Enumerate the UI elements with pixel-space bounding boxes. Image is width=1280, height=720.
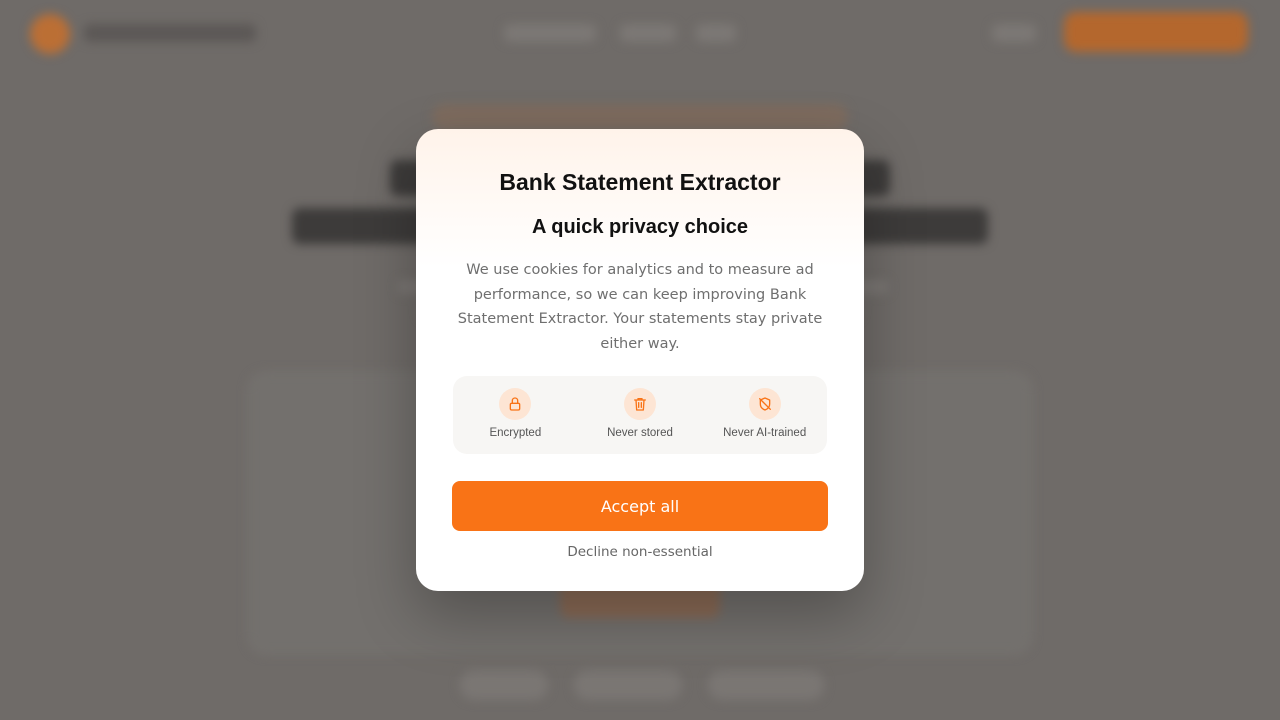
feature-encrypted: Encrypted [453, 376, 578, 454]
decline-non-essential-button[interactable]: Decline non-essential [516, 541, 764, 563]
cookie-consent-modal: Bank Statement Extractor A quick privacy… [416, 129, 864, 591]
modal-description: We use cookies for analytics and to meas… [457, 262, 823, 352]
nav-item-blurred [696, 24, 736, 42]
feature-label: Never stored [607, 427, 673, 439]
feature-never-stored: Never stored [578, 376, 703, 454]
accept-all-button[interactable]: Accept all [452, 481, 828, 531]
hero-badge-blurred [432, 104, 848, 130]
feature-label: Encrypted [489, 427, 542, 439]
trust-chip-blurred [708, 670, 824, 700]
login-link-blurred [992, 24, 1036, 42]
feature-label: Never AI-trained [723, 427, 807, 439]
shield-off-icon [748, 388, 781, 420]
privacy-features: Encrypted Never stored Never AI-trained [453, 376, 827, 454]
nav-item-blurred [504, 24, 596, 42]
cta-button-blurred [1064, 12, 1248, 52]
modal-subtitle: A quick privacy choice [531, 216, 748, 238]
trust-chip-blurred [460, 670, 548, 700]
trash-icon [624, 388, 656, 420]
logo-icon [30, 14, 70, 54]
trust-chip-blurred [574, 670, 682, 700]
logo-text-blurred [84, 24, 256, 42]
lock-icon [499, 388, 532, 420]
modal-title: Bank Statement Extractor [499, 169, 781, 195]
feature-never-ai-trained: Never AI-trained [702, 376, 827, 454]
nav-item-blurred [620, 24, 676, 42]
